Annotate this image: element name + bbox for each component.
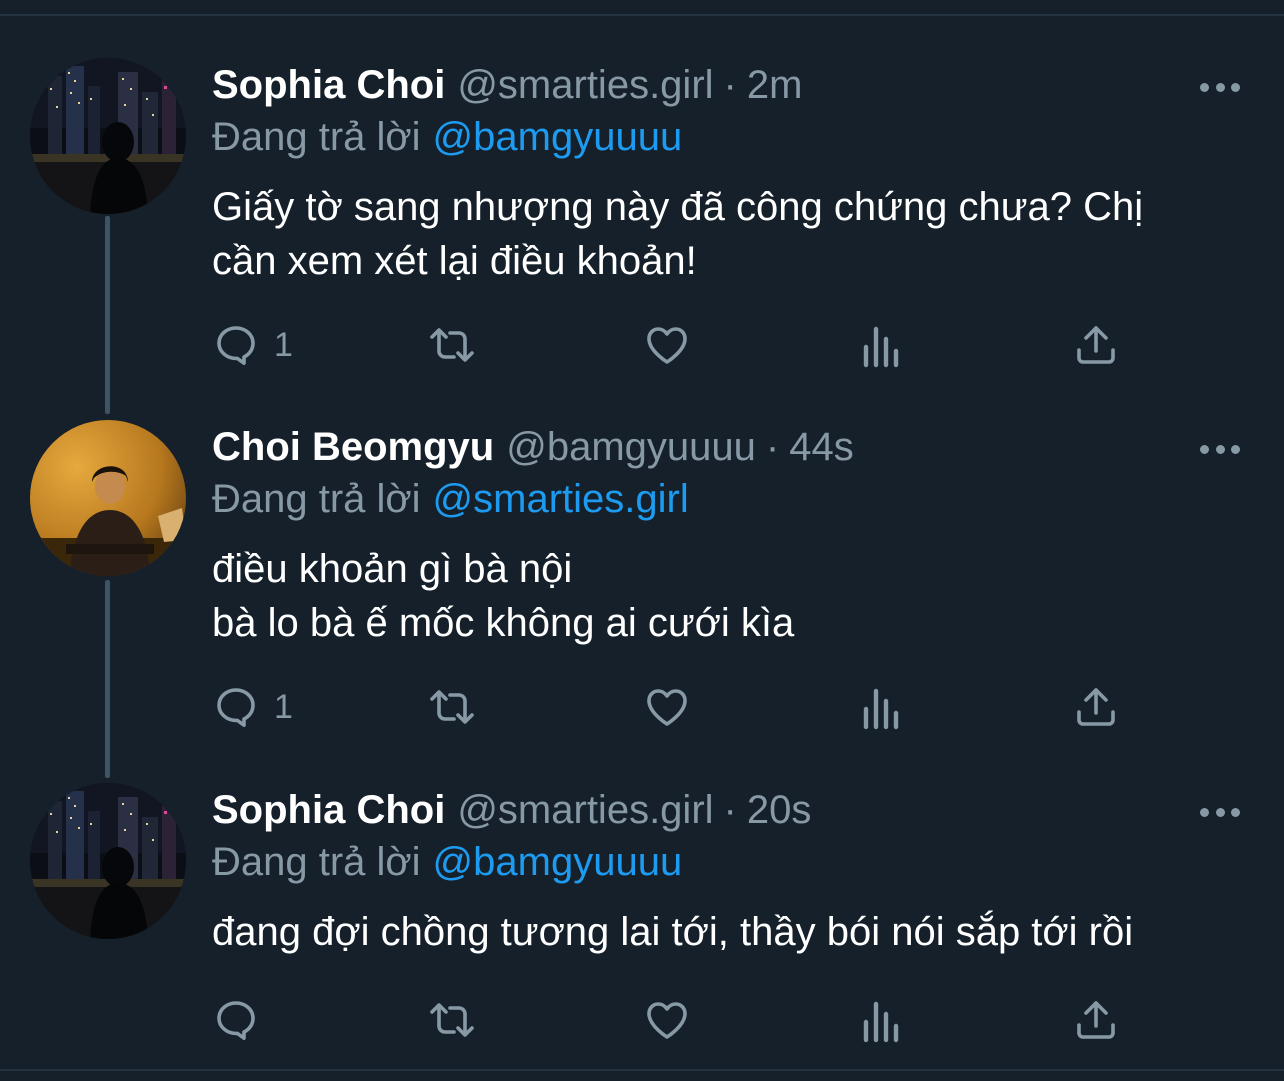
- tweet-text: đang đợi chồng tương lai tới, thầy bói n…: [212, 905, 1252, 959]
- analytics-icon: [863, 1001, 899, 1043]
- timestamp[interactable]: 2m: [747, 60, 803, 110]
- avatar-image-person: [30, 420, 186, 576]
- thread-line: [105, 580, 110, 778]
- timestamp[interactable]: 20s: [747, 785, 812, 835]
- display-name[interactable]: Sophia Choi: [212, 785, 445, 835]
- tweet-text-line: bà lo bà ế mốc không ai cưới kìa: [212, 601, 795, 645]
- retweet-button[interactable]: [426, 995, 478, 1045]
- heart-icon: [647, 1002, 687, 1039]
- share-icon: [1077, 326, 1115, 364]
- reply-button[interactable]: [212, 995, 274, 1045]
- separator: ·: [723, 788, 737, 832]
- tweet-header: Choi Beomgyu @bamgyuuuu · 44s: [212, 422, 854, 472]
- retweet-button[interactable]: [426, 320, 478, 370]
- reply-button[interactable]: 1: [212, 320, 293, 370]
- reply-icon: [217, 688, 255, 727]
- share-icon: [1077, 1001, 1115, 1039]
- tweet-text: Giấy tờ sang nhượng này đã công chứng ch…: [212, 180, 1252, 288]
- reply-count: 1: [274, 687, 293, 726]
- tweet-header: Sophia Choi @smarties.girl · 20s: [212, 785, 811, 835]
- user-handle[interactable]: @bamgyuuuu: [506, 422, 756, 472]
- separator: ·: [723, 63, 737, 107]
- reply-icon: [217, 326, 255, 365]
- share-button[interactable]: [1072, 682, 1120, 732]
- display-name[interactable]: Sophia Choi: [212, 60, 445, 110]
- tweet-text: điều khoản gì bà nội bà lo bà ế mốc khôn…: [212, 542, 1252, 650]
- heart-icon: [647, 689, 687, 726]
- top-divider: [0, 14, 1284, 16]
- tweet-text-line: Giấy tờ sang nhượng này đã công chứng ch…: [212, 185, 1144, 229]
- analytics-button[interactable]: [860, 682, 902, 732]
- tweet-text-line: điều khoản gì bà nội: [212, 547, 573, 591]
- avatar-image-city: [30, 783, 186, 939]
- user-handle[interactable]: @smarties.girl: [457, 60, 713, 110]
- replying-to-handle[interactable]: @smarties.girl: [433, 477, 689, 521]
- replying-to-label: Đang trả lời: [212, 840, 421, 884]
- more-options-icon[interactable]: [1200, 434, 1240, 464]
- replying-to-label: Đang trả lời: [212, 477, 421, 521]
- action-bar: [212, 995, 1212, 1045]
- action-bar: 1: [212, 320, 1212, 370]
- share-button[interactable]: [1072, 320, 1120, 370]
- tweet-text-line: đang đợi chồng tương lai tới, thầy bói n…: [212, 910, 1134, 954]
- replying-to: Đang trả lời @smarties.girl: [212, 474, 689, 524]
- avatar[interactable]: [30, 783, 186, 939]
- heart-icon: [647, 327, 687, 364]
- analytics-icon: [863, 326, 899, 368]
- retweet-icon: [430, 690, 474, 724]
- like-button[interactable]: [642, 320, 692, 370]
- analytics-button[interactable]: [860, 320, 902, 370]
- more-options-icon[interactable]: [1200, 797, 1240, 827]
- thread-line: [105, 216, 110, 414]
- avatar[interactable]: [30, 420, 186, 576]
- user-handle[interactable]: @smarties.girl: [457, 785, 713, 835]
- share-icon: [1077, 688, 1115, 726]
- reply-count: 1: [274, 325, 293, 364]
- tweet-header: Sophia Choi @smarties.girl · 2m: [212, 60, 802, 110]
- share-button[interactable]: [1072, 995, 1120, 1045]
- reply-button[interactable]: 1: [212, 682, 293, 732]
- action-bar: 1: [212, 682, 1212, 732]
- replying-to-label: Đang trả lời: [212, 115, 421, 159]
- replying-to-handle[interactable]: @bamgyuuuu: [433, 840, 683, 884]
- like-button[interactable]: [642, 995, 692, 1045]
- separator: ·: [765, 425, 780, 469]
- replying-to: Đang trả lời @bamgyuuuu: [212, 112, 682, 162]
- like-button[interactable]: [642, 682, 692, 732]
- replying-to: Đang trả lời @bamgyuuuu: [212, 837, 682, 887]
- analytics-icon: [863, 688, 899, 730]
- analytics-button[interactable]: [860, 995, 902, 1045]
- more-options-icon[interactable]: [1200, 72, 1240, 102]
- tweet-text-line: cần xem xét lại điều khoản!: [212, 239, 697, 283]
- retweet-button[interactable]: [426, 682, 478, 732]
- reply-icon: [217, 1001, 255, 1040]
- timestamp[interactable]: 44s: [789, 422, 854, 472]
- avatar-image-city: [30, 58, 186, 214]
- display-name[interactable]: Choi Beomgyu: [212, 422, 494, 472]
- replying-to-handle[interactable]: @bamgyuuuu: [433, 115, 683, 159]
- avatar[interactable]: [30, 58, 186, 214]
- retweet-icon: [430, 1003, 474, 1037]
- bottom-divider: [0, 1069, 1284, 1071]
- retweet-icon: [430, 328, 474, 362]
